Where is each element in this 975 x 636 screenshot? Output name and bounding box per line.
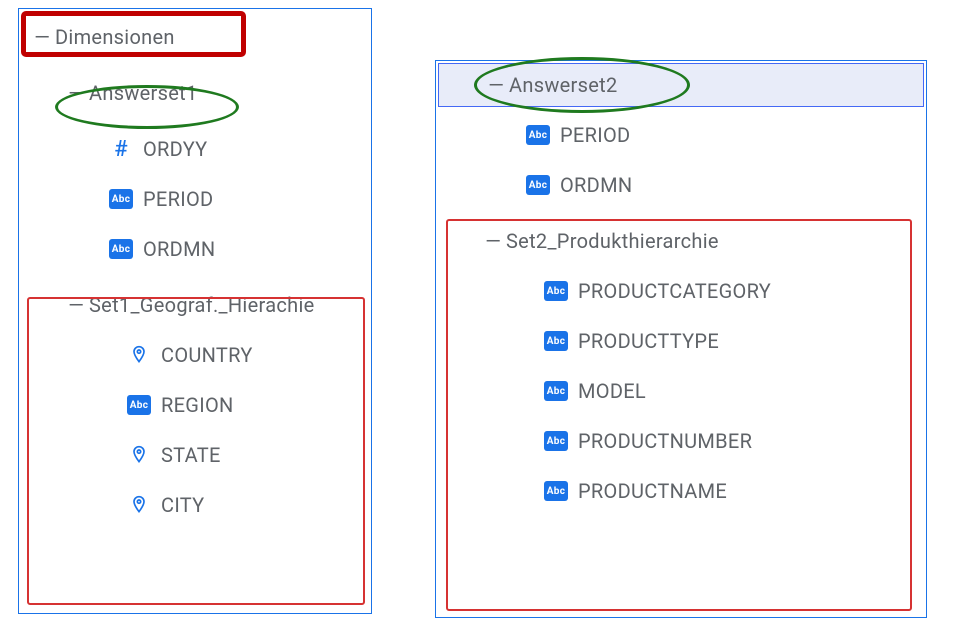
number-icon: #: [109, 137, 133, 161]
field-label: PERIOD: [143, 187, 213, 211]
tree-node-set1-geo-hierarchy[interactable]: — Set1_Geograf._Hierachie: [19, 283, 371, 327]
field-city[interactable]: CITY: [19, 483, 371, 527]
field-label: REGION: [161, 393, 234, 417]
field-period[interactable]: Abc PERIOD: [436, 113, 926, 157]
field-label: PERIOD: [560, 123, 630, 147]
field-period[interactable]: Abc PERIOD: [19, 177, 371, 221]
field-label: ORDMN: [143, 237, 215, 261]
field-state[interactable]: STATE: [19, 433, 371, 477]
dimensions-panel-right: — Answerset2 Abc PERIOD Abc ORDMN — Set2…: [435, 60, 927, 618]
field-region[interactable]: Abc REGION: [19, 383, 371, 427]
tree-node-answerset2[interactable]: — Answerset2: [438, 63, 924, 107]
field-label: MODEL: [578, 379, 646, 403]
geo-icon: [127, 443, 151, 467]
collapse-icon: —: [487, 73, 505, 97]
field-label: CITY: [161, 493, 204, 517]
geo-icon: [127, 343, 151, 367]
tree-node-label: Set2_Produkthierarchie: [506, 229, 719, 253]
dimensions-panel-left: — Dimensionen — Answerset1 # ORDYY Abc P…: [18, 8, 372, 614]
text-icon: Abc: [544, 381, 568, 401]
section-title: Dimensionen: [55, 25, 175, 49]
collapse-icon: —: [67, 293, 85, 317]
tree-node-set2-product-hierarchy[interactable]: — Set2_Produkthierarchie: [436, 219, 926, 263]
field-productname[interactable]: Abc PRODUCTNAME: [436, 469, 926, 513]
geo-icon: [127, 493, 151, 517]
field-label: COUNTRY: [161, 343, 253, 367]
collapse-icon: —: [33, 25, 51, 49]
text-icon: Abc: [544, 431, 568, 451]
text-icon: Abc: [544, 481, 568, 501]
tree-node-label: Set1_Geograf._Hierachie: [89, 293, 315, 317]
collapse-icon: —: [67, 81, 85, 105]
field-productcategory[interactable]: Abc PRODUCTCATEGORY: [436, 269, 926, 313]
field-label: ORDYY: [143, 137, 208, 161]
text-icon: Abc: [526, 175, 550, 195]
field-ordmn[interactable]: Abc ORDMN: [19, 227, 371, 271]
field-label: PRODUCTNUMBER: [578, 429, 752, 453]
field-country[interactable]: COUNTRY: [19, 333, 371, 377]
field-label: PRODUCTCATEGORY: [578, 279, 771, 303]
collapse-icon: —: [484, 229, 502, 253]
field-ordmn[interactable]: Abc ORDMN: [436, 163, 926, 207]
text-icon: Abc: [544, 281, 568, 301]
tree-node-label: Answerset1: [89, 81, 198, 105]
field-label: PRODUCTNAME: [578, 479, 727, 503]
section-header-dimensionen[interactable]: — Dimensionen: [19, 15, 371, 59]
tree-node-label: Answerset2: [509, 73, 618, 97]
text-icon: Abc: [544, 331, 568, 351]
field-label: STATE: [161, 443, 221, 467]
field-productnumber[interactable]: Abc PRODUCTNUMBER: [436, 419, 926, 463]
tree-node-answerset1[interactable]: — Answerset1: [19, 71, 371, 115]
field-label: ORDMN: [560, 173, 632, 197]
field-producttype[interactable]: Abc PRODUCTTYPE: [436, 319, 926, 363]
field-label: PRODUCTTYPE: [578, 329, 719, 353]
text-icon: Abc: [526, 125, 550, 145]
text-icon: Abc: [127, 395, 151, 415]
field-model[interactable]: Abc MODEL: [436, 369, 926, 413]
text-icon: Abc: [109, 189, 133, 209]
text-icon: Abc: [109, 239, 133, 259]
field-ordyy[interactable]: # ORDYY: [19, 127, 371, 171]
